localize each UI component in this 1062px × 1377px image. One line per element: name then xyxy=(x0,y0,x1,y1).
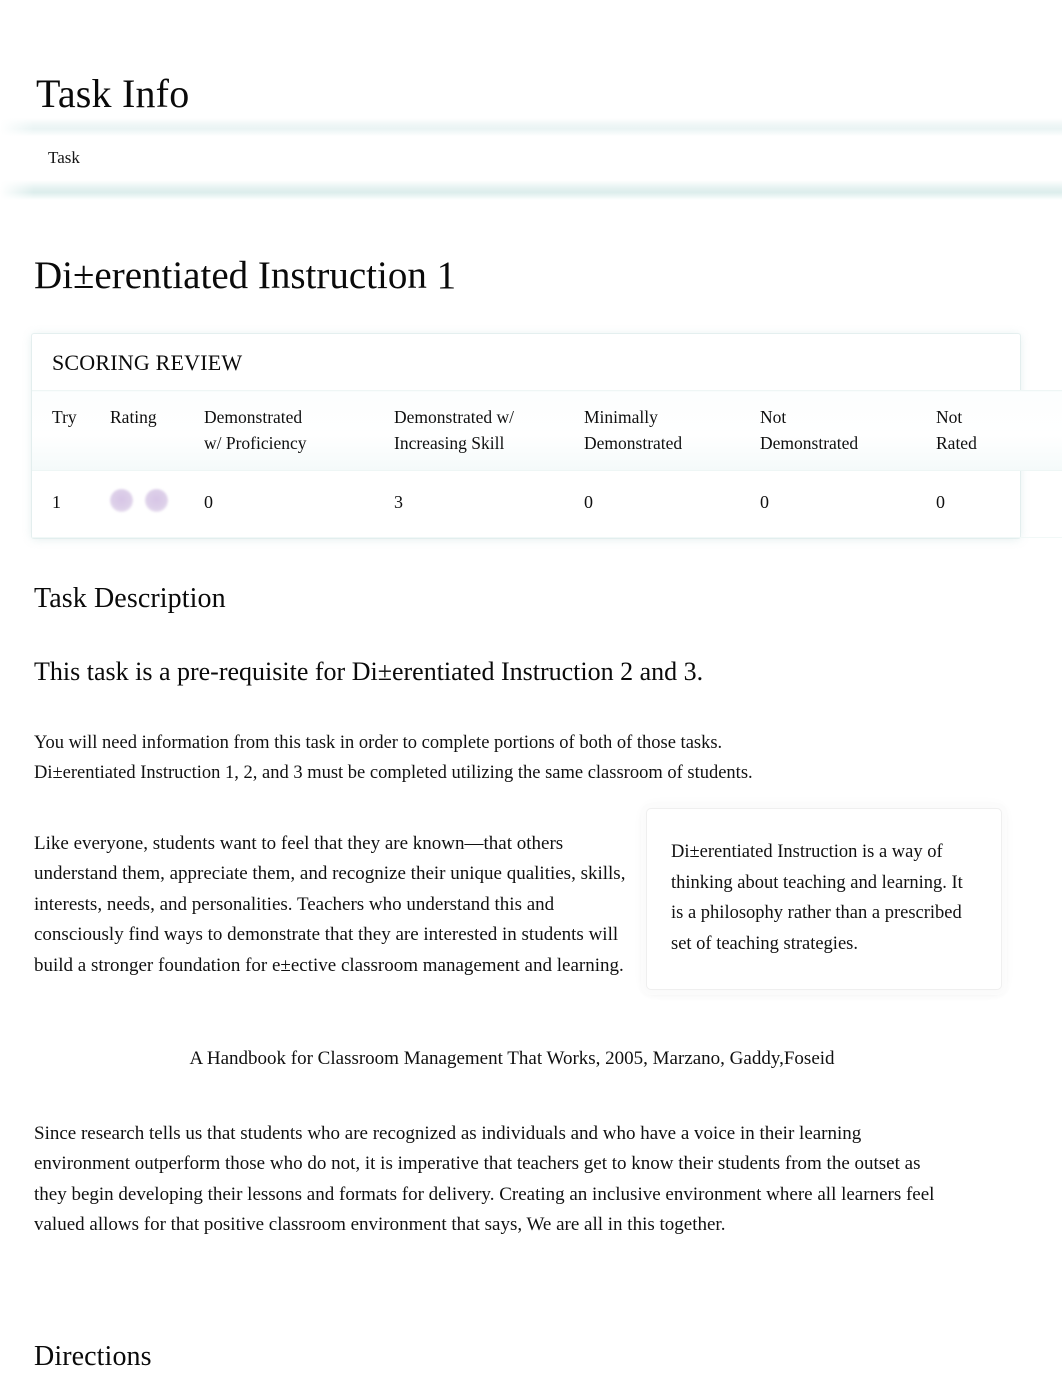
body-paragraph: Like everyone, students want to feel tha… xyxy=(34,833,626,976)
cell-minimally-demonstrated: 0 xyxy=(584,470,760,539)
definition-callout: Di±erentiated Instruction is a way of th… xyxy=(646,808,1002,990)
scoring-review-table-head: Try Rating Demonstrated w/ Proficiency D… xyxy=(32,390,1062,472)
col-header-not-demonstrated: Not Demonstrated xyxy=(760,390,936,472)
task-description-heading: Task Description xyxy=(34,583,226,614)
scoring-review-table-body: 1 0 3 0 0 0 xyxy=(32,470,1062,539)
rating-dot-icon xyxy=(145,489,168,513)
col-header-not-demonstrated-line2: Demonstrated xyxy=(760,432,859,453)
col-header-not-rated-line1: Not xyxy=(936,407,963,428)
document-title: Di±erentiated Instruction 1 xyxy=(34,254,457,298)
header-band-top xyxy=(0,118,1062,136)
intro-line-1: You will need information from this task… xyxy=(34,733,723,753)
cell-rating xyxy=(110,470,204,539)
table-header-row: Try Rating Demonstrated w/ Proficiency D… xyxy=(32,390,1062,472)
col-header-not-demonstrated-line1: Not xyxy=(760,407,787,428)
col-header-demonstrated-proficiency-line1: Demonstrated xyxy=(204,407,303,428)
task-description-lead: This task is a pre-requisite for Di±eren… xyxy=(34,657,704,686)
col-header-not-rated-line2: Rated xyxy=(936,432,977,453)
col-header-rating: Rating xyxy=(110,390,204,472)
col-header-minimally-demonstrated-line2: Demonstrated xyxy=(584,432,683,453)
page-title: Task Info xyxy=(36,70,190,116)
col-header-demonstrated-proficiency: Demonstrated w/ Proficiency xyxy=(204,390,394,472)
cell-demonstrated-proficiency: 0 xyxy=(204,470,394,539)
scoring-review-caption: SCORING REVIEW xyxy=(52,350,243,375)
intro-line-2: Di±erentiated Instruction 1, 2, and 3 mu… xyxy=(34,763,753,783)
col-header-demonstrated-proficiency-line2: w/ Proficiency xyxy=(204,432,307,453)
citation: A Handbook for Classroom Management That… xyxy=(189,1048,835,1069)
col-header-rating-label: Rating xyxy=(110,407,157,428)
col-header-increasing-skill-line2: Increasing Skill xyxy=(394,432,505,453)
header-band-left-fade xyxy=(0,110,34,210)
scoring-review-card: SCORING REVIEW Try Rating Demonstrated w… xyxy=(26,329,1062,545)
col-header-try-label: Try xyxy=(52,407,77,428)
col-header-increasing-skill-line1: Demonstrated w/ xyxy=(394,407,515,428)
cell-not-rated: 0 xyxy=(936,470,1062,539)
breadcrumb[interactable]: Task xyxy=(48,148,80,168)
header-band-bottom xyxy=(0,180,1062,200)
task-description-intro: You will need information from this task… xyxy=(34,728,954,788)
table-row: 1 0 3 0 0 0 xyxy=(32,470,1062,539)
col-header-increasing-skill: Demonstrated w/ Increasing Skill xyxy=(394,390,584,472)
cell-not-demonstrated: 0 xyxy=(760,470,936,539)
task-info-page: Task Info Task Di±erentiated Instruction… xyxy=(0,0,1062,1377)
rating-dots xyxy=(110,489,198,513)
col-header-not-rated: Not Rated xyxy=(936,390,1062,472)
cell-try: 1 xyxy=(32,470,110,539)
col-header-try: Try xyxy=(32,390,110,472)
col-header-minimally-demonstrated-line1: Minimally xyxy=(584,407,658,428)
rating-dot-icon xyxy=(110,489,133,513)
scoring-review-table: Try Rating Demonstrated w/ Proficiency D… xyxy=(32,390,1062,539)
directions-heading: Directions xyxy=(34,1341,152,1372)
closing-paragraph: Since research tells us that students wh… xyxy=(34,1123,935,1236)
col-header-minimally-demonstrated: Minimally Demonstrated xyxy=(584,390,760,472)
cell-increasing-skill: 3 xyxy=(394,470,584,539)
